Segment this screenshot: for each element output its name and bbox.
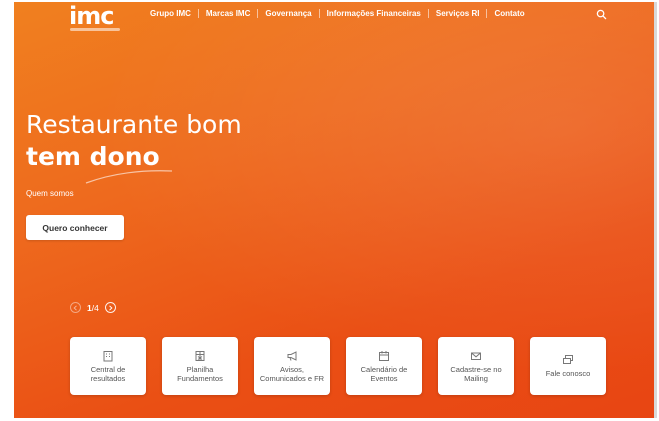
card-fale-conosco[interactable]: Fale conosco	[530, 337, 606, 395]
card-cadastre-mailing[interactable]: Cadastre-se no Mailing	[438, 337, 514, 395]
hero-title: Restaurante bom	[26, 110, 242, 139]
carousel-total: 4	[94, 302, 99, 313]
swoosh-decoration	[85, 170, 173, 184]
card-calendario-eventos[interactable]: Calendário de Eventos	[346, 337, 422, 395]
card-label: Fale conosco	[545, 369, 591, 378]
window-border	[654, 2, 657, 418]
chevron-right-icon[interactable]	[104, 302, 116, 313]
card-label: Cadastre-se no Mailing	[450, 364, 502, 383]
chat-icon	[563, 355, 573, 364]
card-label: Central de resultados	[90, 364, 126, 383]
logo-tagline	[70, 28, 120, 31]
main-nav: Grupo IMC Marcas IMC Governança Informaç…	[143, 8, 532, 19]
nav-item-governanca[interactable]: Governança	[258, 8, 318, 19]
carousel-pager: 1/4	[70, 302, 116, 313]
nav-item-servicos-ri[interactable]: Serviços RI	[429, 8, 487, 19]
search-icon[interactable]	[596, 9, 607, 20]
calendar-icon	[379, 350, 389, 361]
card-avisos-comunicados[interactable]: Avisos, Comunicados e FR	[254, 337, 330, 395]
card-label: Calendário de Eventos	[360, 364, 408, 383]
carousel-counter: 1/4	[87, 303, 99, 313]
card-label: Avisos, Comunicados e FR	[259, 364, 325, 383]
imc-logo[interactable]: imc	[69, 4, 114, 28]
nav-item-grupo-imc[interactable]: Grupo IMC	[143, 8, 198, 19]
card-central-de-resultados[interactable]: Central de resultados	[70, 337, 146, 395]
building-icon	[103, 350, 113, 361]
megaphone-icon	[287, 350, 296, 361]
nav-item-marcas-imc[interactable]: Marcas IMC	[199, 8, 257, 19]
card-label: Planilha Fundamentos	[177, 364, 223, 383]
hero-section: imc Grupo IMC Marcas IMC Governança Info…	[14, 2, 657, 418]
nav-item-contato[interactable]: Contato	[487, 8, 531, 19]
mail-icon	[471, 352, 481, 360]
quero-conhecer-button[interactable]: Quero conhecer	[26, 215, 124, 240]
chevron-left-icon[interactable]	[70, 302, 81, 313]
spreadsheet-icon	[195, 350, 205, 361]
nav-item-informacoes-financeiras[interactable]: Informações Financeiras	[320, 8, 428, 19]
card-planilha-fundamentos[interactable]: Planilha Fundamentos	[162, 337, 238, 395]
quem-somos-link[interactable]: Quem somos	[26, 189, 74, 198]
